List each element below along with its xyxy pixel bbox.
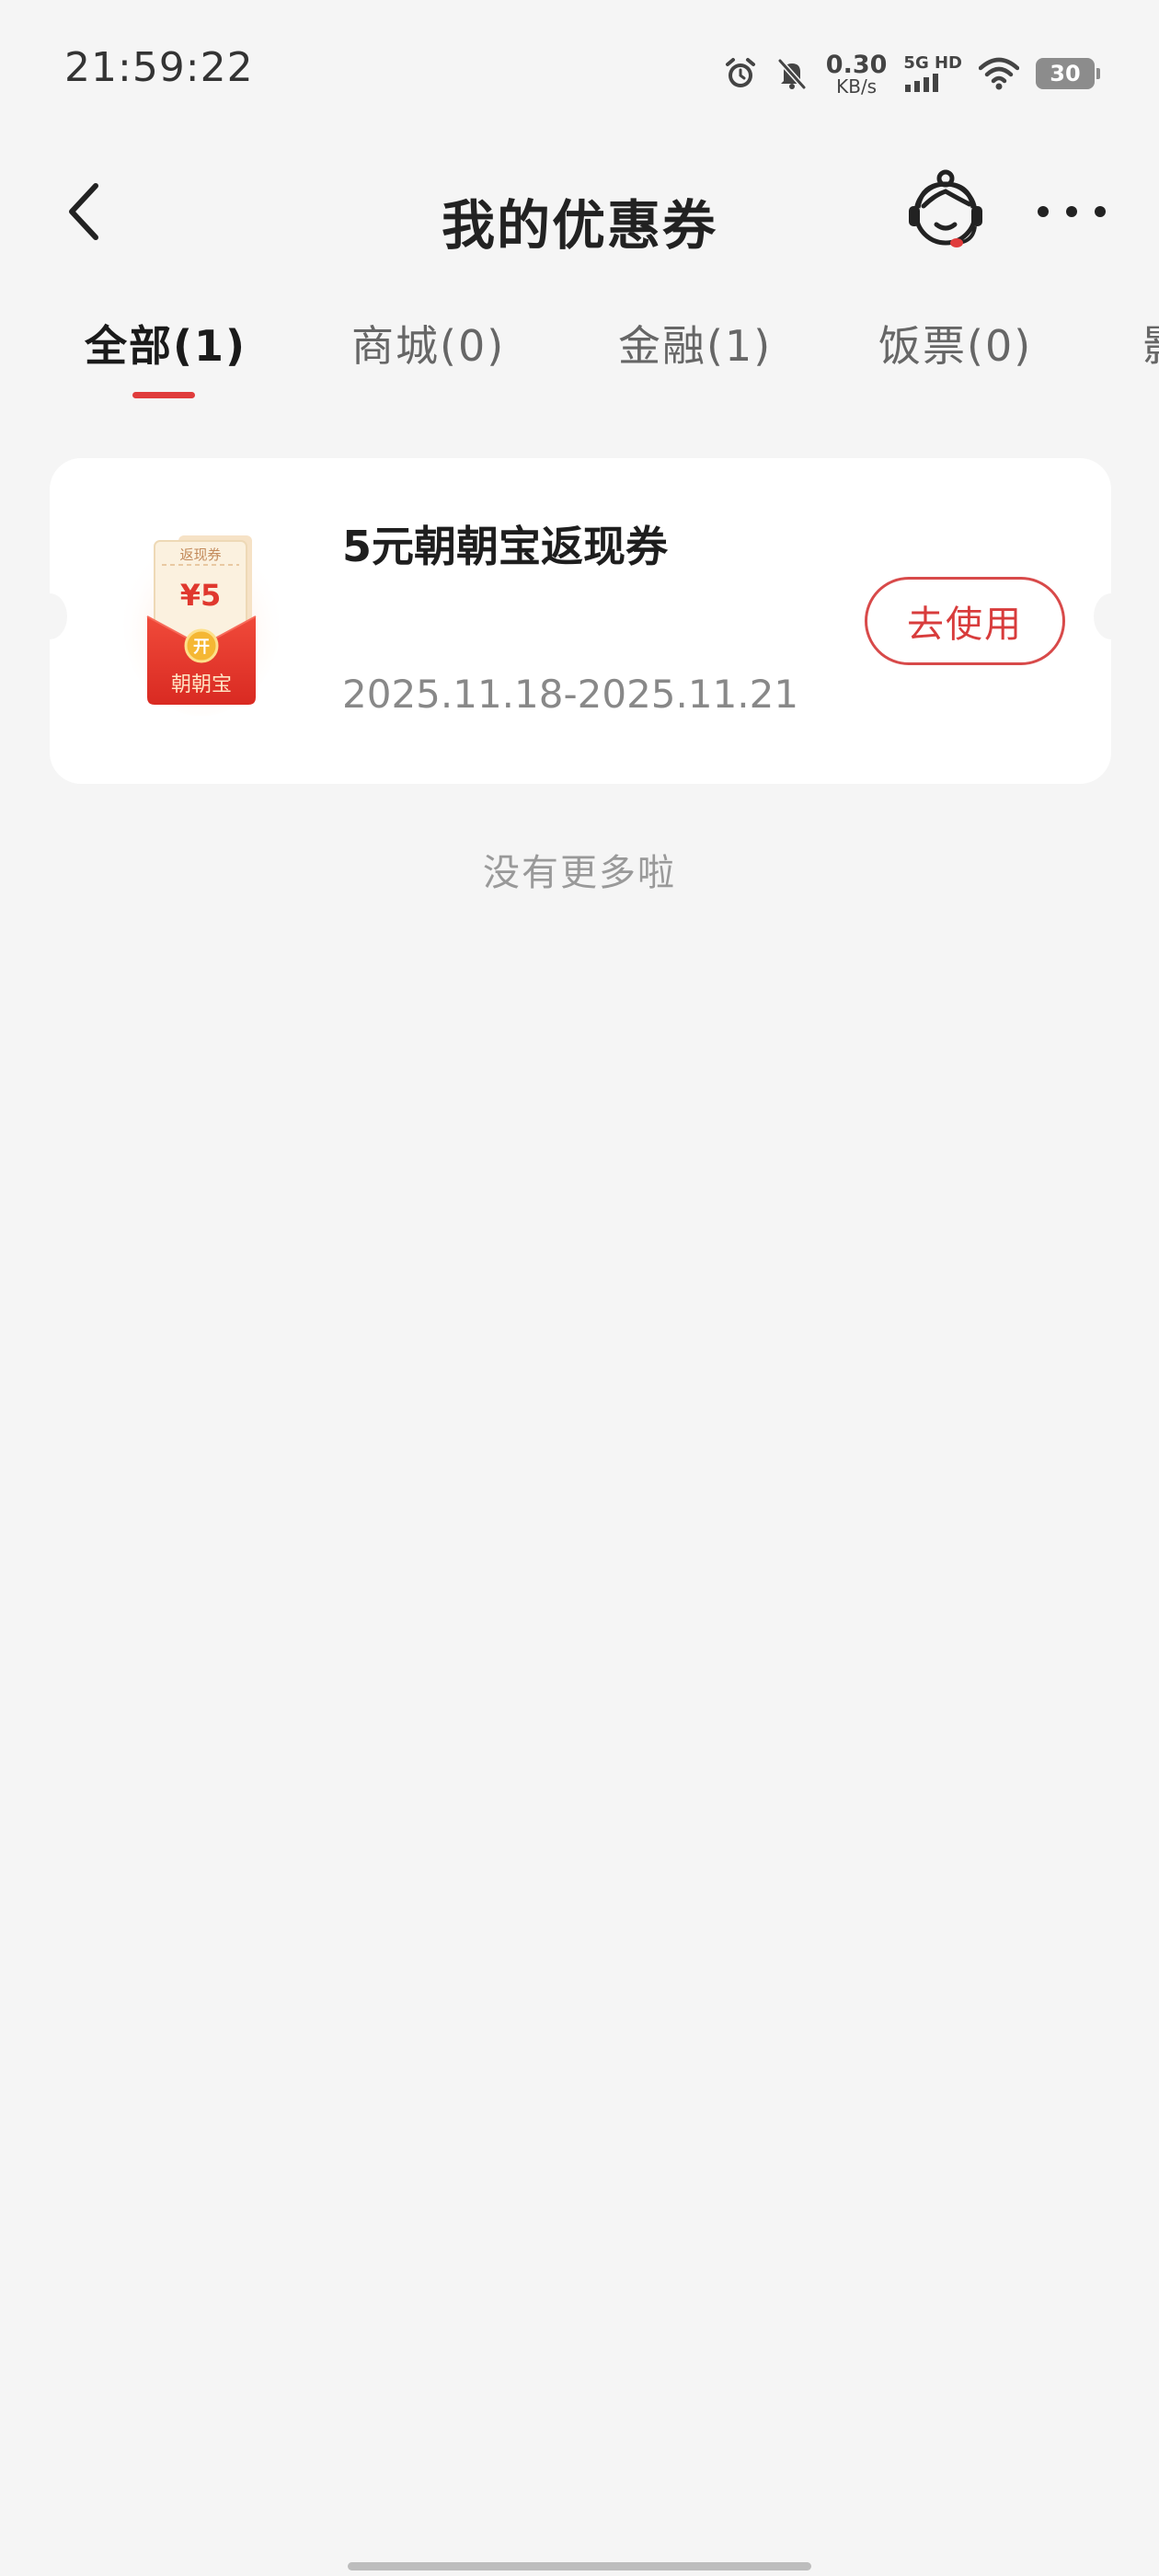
tab-movie[interactable]: 影	[1142, 313, 1159, 374]
customer-service-button[interactable]	[901, 167, 990, 259]
header: 我的优惠券	[0, 156, 1159, 267]
active-tab-indicator	[132, 392, 195, 398]
no-more-text: 没有更多啦	[483, 852, 676, 894]
mute-bell-icon	[775, 56, 809, 91]
coupon-image-label: 返现券	[179, 546, 221, 563]
coupon-card[interactable]: 返现券 ¥5 开 朝朝宝 5元朝朝宝返现券 2025.11.18-2025.11…	[32, 458, 1129, 784]
alarm-icon	[723, 56, 758, 91]
coupon-image-envelope-label: 朝朝宝	[171, 673, 232, 696]
home-indicator[interactable]	[348, 2562, 811, 2570]
use-coupon-button[interactable]: 去使用	[865, 577, 1065, 665]
speed-unit: KB/s	[836, 75, 878, 98]
category-tabs: 全部(1) 商城(0) 金融(1) 饭票(0) 影	[0, 313, 1159, 414]
battery-level: 30	[1050, 61, 1081, 86]
coupon-image: 返现券 ¥5 开 朝朝宝	[123, 523, 280, 716]
status-bar: 21:59:22 0.30 KB/s 5G HD 30	[0, 0, 1159, 138]
coupon-date-range: 2025.11.18-2025.11.21	[342, 672, 799, 717]
status-icons: 0.30 KB/s 5G HD 30	[723, 48, 1100, 99]
coupon-image-badge: 开	[193, 638, 210, 657]
tab-mall[interactable]: 商城(0)	[351, 313, 505, 374]
card-notch-left	[32, 593, 67, 639]
signal-icon	[905, 74, 939, 92]
more-button[interactable]	[1030, 184, 1113, 239]
tab-meal-ticket[interactable]: 饭票(0)	[878, 313, 1032, 374]
network-speed: 0.30 KB/s	[826, 52, 888, 96]
network-label: 5G HD	[903, 53, 962, 73]
coupon-title: 5元朝朝宝返现券	[342, 522, 669, 571]
tab-all[interactable]: 全部(1)	[85, 313, 247, 374]
coupon-image-amount: ¥5	[180, 578, 222, 613]
battery-icon: 30	[1036, 58, 1100, 89]
more-dots-icon	[1038, 206, 1106, 217]
network-indicator: 5G HD	[903, 55, 962, 92]
wifi-icon	[979, 57, 1019, 90]
status-time: 21:59:22	[64, 44, 254, 91]
customer-service-icon	[909, 169, 982, 247]
card-notch-right	[1094, 593, 1129, 639]
tab-finance[interactable]: 金融(1)	[618, 313, 772, 374]
speed-value: 0.30	[825, 50, 888, 79]
